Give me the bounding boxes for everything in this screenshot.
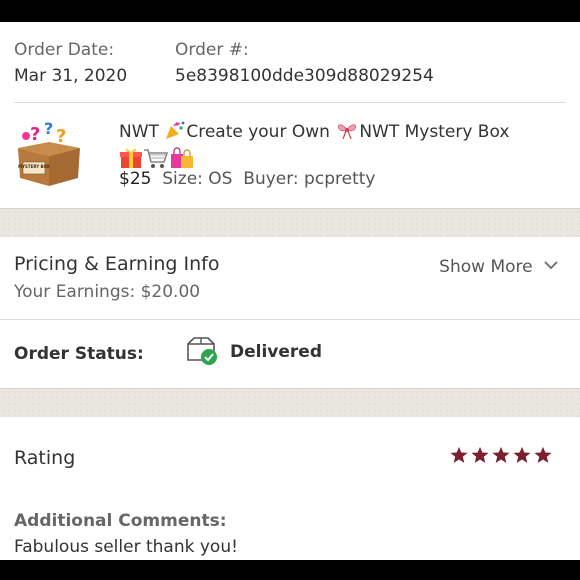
comments-label: Additional Comments: [14, 511, 227, 531]
show-more-button[interactable]: Show More [439, 255, 558, 277]
order-date-label: Order Date: [14, 40, 115, 60]
show-more-label: Show More [439, 257, 533, 277]
status-card: Order Status: Delivered [0, 320, 580, 388]
mystery-box-icon: ? ? ? MYSTERY BOX [18, 119, 80, 186]
order-number-label: Order #: [175, 40, 249, 60]
pricing-title: Pricing & Earning Info [14, 253, 220, 275]
order-info-card: Order Date: Mar 31, 2020 Order #: 5e8398… [0, 22, 580, 208]
item-title-part3: NWT Mystery Box [359, 122, 510, 142]
star-icon [492, 446, 510, 463]
item-title[interactable]: NWT Create your Own NWT Mystery Box [119, 120, 559, 176]
item-title-part2: Create your Own [186, 122, 336, 142]
order-number-value: 5e8398100dde309d88029254 [175, 66, 434, 86]
star-icon [450, 446, 468, 463]
delivered-box-icon [186, 336, 220, 370]
item-price: $25 [119, 169, 152, 189]
item-buyer[interactable]: Buyer: pcpretty [243, 169, 375, 189]
rating-stars [447, 446, 552, 468]
item-size: Size: OS [162, 169, 233, 189]
ribbon-icon [335, 120, 359, 147]
rating-title: Rating [14, 447, 76, 469]
item-title-part1: NWT [119, 122, 165, 142]
item-thumbnail[interactable]: ? ? ? MYSTERY BOX [14, 118, 84, 188]
section-gap-2 [0, 388, 580, 418]
star-icon [471, 446, 489, 463]
svg-text:?: ? [44, 119, 53, 138]
earnings-value: Your Earnings: $20.00 [14, 282, 201, 302]
rating-card: Rating Additional Comments: Fabulous sel… [0, 417, 580, 560]
pricing-card[interactable]: Pricing & Earning Info Your Earnings: $2… [0, 237, 580, 319]
order-divider [14, 102, 566, 103]
chevron-down-icon [544, 255, 558, 275]
section-gap-1 [0, 208, 580, 238]
item-meta: $25 Size: OS Buyer: pcpretty [119, 169, 375, 189]
comments-text: Fabulous seller thank you! [14, 537, 238, 557]
order-date-value: Mar 31, 2020 [14, 66, 128, 86]
order-status-label: Order Status: [14, 344, 144, 364]
svg-text:MYSTERY BOX: MYSTERY BOX [18, 164, 50, 169]
order-details-page: Order Date: Mar 31, 2020 Order #: 5e8398… [0, 22, 580, 560]
svg-text:?: ? [30, 124, 40, 145]
party-popper-icon [164, 120, 186, 147]
star-icon [513, 446, 531, 463]
star-icon [534, 446, 552, 463]
order-status-value: Delivered [230, 342, 322, 362]
